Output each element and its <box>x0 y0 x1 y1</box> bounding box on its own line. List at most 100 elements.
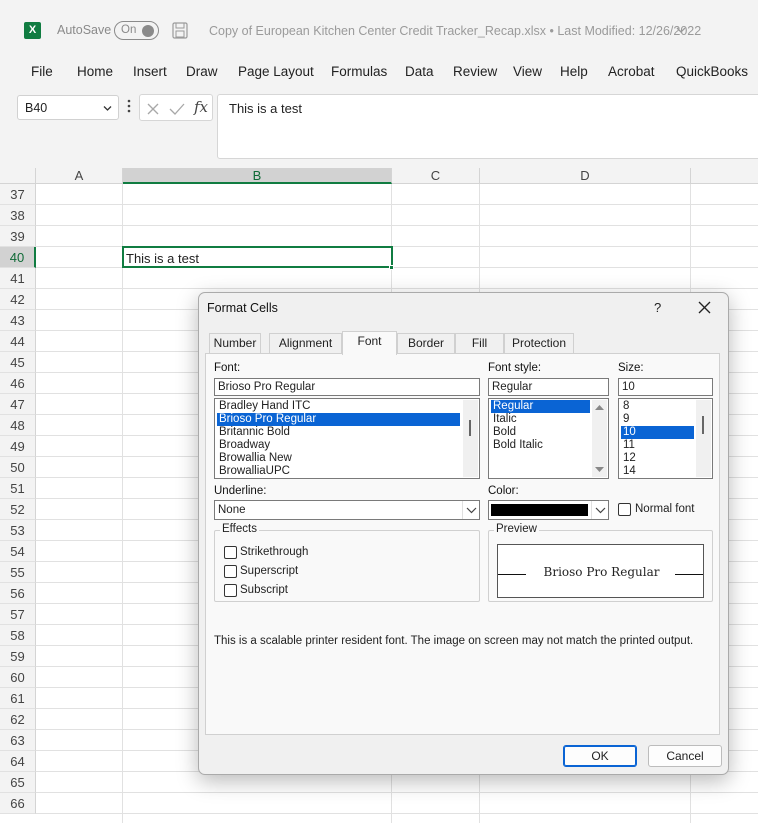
size-option[interactable]: 11 <box>621 439 694 452</box>
size-input[interactable]: 10 <box>618 378 713 396</box>
row-header-40[interactable]: 40 <box>0 247 36 268</box>
tab-alignment[interactable]: Alignment <box>269 333 342 354</box>
row-header-38[interactable]: 38 <box>0 205 36 226</box>
font-style-input[interactable]: Regular <box>488 378 609 396</box>
ok-button[interactable]: OK <box>563 745 637 767</box>
font-option[interactable]: BrowalliaUPC <box>217 465 460 478</box>
more-options-icon[interactable] <box>127 99 131 113</box>
menu-file[interactable]: File <box>31 64 53 79</box>
tab-fill[interactable]: Fill <box>455 333 504 354</box>
menu-insert[interactable]: Insert <box>133 64 167 79</box>
select-all-corner[interactable] <box>0 168 36 184</box>
row-header-45[interactable]: 45 <box>0 352 36 373</box>
menu-help[interactable]: Help <box>560 64 588 79</box>
active-cell-b40[interactable]: This is a test <box>122 246 393 268</box>
row-header-41[interactable]: 41 <box>0 268 36 289</box>
superscript-checkbox[interactable] <box>224 565 237 578</box>
close-icon[interactable] <box>698 301 711 314</box>
row-header-61[interactable]: 61 <box>0 688 36 709</box>
row-header-66[interactable]: 66 <box>0 793 36 814</box>
row-header-60[interactable]: 60 <box>0 667 36 688</box>
formula-input[interactable]: This is a test <box>217 94 758 159</box>
column-header-a[interactable]: A <box>36 168 123 184</box>
row-header-47[interactable]: 47 <box>0 394 36 415</box>
row-header-39[interactable]: 39 <box>0 226 36 247</box>
menu-draw[interactable]: Draw <box>186 64 218 79</box>
size-listbox[interactable]: 8 9 10 11 12 14 <box>618 398 713 479</box>
style-option[interactable]: Bold Italic <box>491 439 590 452</box>
menu-quickbooks[interactable]: QuickBooks <box>676 64 748 79</box>
style-list-scrollbar[interactable] <box>592 400 607 477</box>
row-header-64[interactable]: 64 <box>0 751 36 772</box>
row-header-50[interactable]: 50 <box>0 457 36 478</box>
menu-view[interactable]: View <box>513 64 542 79</box>
row-header-63[interactable]: 63 <box>0 730 36 751</box>
row-header-59[interactable]: 59 <box>0 646 36 667</box>
row-header-43[interactable]: 43 <box>0 310 36 331</box>
name-box[interactable]: B40 <box>17 95 119 120</box>
font-option[interactable]: Britannic Bold <box>217 426 460 439</box>
size-option[interactable]: 9 <box>621 413 694 426</box>
row-header-54[interactable]: 54 <box>0 541 36 562</box>
document-title[interactable]: Copy of European Kitchen Center Credit T… <box>209 24 701 38</box>
menu-acrobat[interactable]: Acrobat <box>608 64 655 79</box>
row-header-56[interactable]: 56 <box>0 583 36 604</box>
row-header-52[interactable]: 52 <box>0 499 36 520</box>
chevron-down-icon[interactable] <box>676 26 686 34</box>
cancel-button[interactable]: Cancel <box>648 745 722 767</box>
cancel-x-icon[interactable] <box>146 102 160 116</box>
menu-review[interactable]: Review <box>453 64 497 79</box>
tab-border[interactable]: Border <box>397 333 455 354</box>
row-header-57[interactable]: 57 <box>0 604 36 625</box>
menu-page-layout[interactable]: Page Layout <box>238 64 314 79</box>
row-header-46[interactable]: 46 <box>0 373 36 394</box>
row-header-49[interactable]: 49 <box>0 436 36 457</box>
underline-dropdown[interactable]: None <box>214 500 480 520</box>
strikethrough-checkbox[interactable] <box>224 546 237 559</box>
row-header-48[interactable]: 48 <box>0 415 36 436</box>
font-list-scrollbar[interactable] <box>463 400 478 477</box>
font-style-listbox[interactable]: Regular Italic Bold Bold Italic <box>488 398 609 479</box>
save-icon[interactable] <box>172 22 188 39</box>
autosave-toggle[interactable]: On <box>114 21 159 40</box>
row-header-53[interactable]: 53 <box>0 520 36 541</box>
color-dropdown-button[interactable] <box>591 501 608 519</box>
column-header-e[interactable] <box>691 168 758 184</box>
style-option[interactable]: Bold <box>491 426 590 439</box>
size-list-scrollbar[interactable] <box>696 400 711 477</box>
row-header-51[interactable]: 51 <box>0 478 36 499</box>
tab-protection[interactable]: Protection <box>504 333 574 354</box>
scroll-thumb[interactable] <box>469 420 471 436</box>
underline-dropdown-button[interactable] <box>462 501 479 519</box>
row-header-55[interactable]: 55 <box>0 562 36 583</box>
style-option[interactable]: Italic <box>491 413 590 426</box>
tab-number[interactable]: Number <box>209 333 261 354</box>
check-icon[interactable] <box>169 102 185 116</box>
font-option[interactable]: Broadway <box>217 439 460 452</box>
column-header-d[interactable]: D <box>480 168 691 184</box>
fill-handle[interactable] <box>389 265 394 270</box>
font-option[interactable]: Bradley Hand ITC <box>217 400 460 413</box>
column-header-c[interactable]: C <box>392 168 480 184</box>
insert-function-icon[interactable]: fx <box>194 98 208 116</box>
font-name-input[interactable]: Brioso Pro Regular <box>214 378 480 396</box>
row-header-65[interactable]: 65 <box>0 772 36 793</box>
font-option[interactable]: Browallia New <box>217 452 460 465</box>
chevron-down-icon[interactable] <box>103 105 112 112</box>
font-option-selected[interactable]: Brioso Pro Regular <box>217 413 460 426</box>
menu-data[interactable]: Data <box>405 64 434 79</box>
normal-font-checkbox[interactable] <box>618 503 631 516</box>
size-option[interactable]: 14 <box>621 465 694 478</box>
style-option-selected[interactable]: Regular <box>491 400 590 413</box>
menu-formulas[interactable]: Formulas <box>331 64 387 79</box>
row-header-58[interactable]: 58 <box>0 625 36 646</box>
row-header-37[interactable]: 37 <box>0 184 36 205</box>
subscript-checkbox[interactable] <box>224 584 237 597</box>
row-header-62[interactable]: 62 <box>0 709 36 730</box>
row-header-42[interactable]: 42 <box>0 289 36 310</box>
tab-font[interactable]: Font <box>342 331 397 355</box>
column-header-b[interactable]: B <box>123 168 392 184</box>
scroll-thumb[interactable] <box>702 416 704 434</box>
size-option-selected[interactable]: 10 <box>621 426 694 439</box>
help-icon[interactable]: ? <box>654 300 661 315</box>
